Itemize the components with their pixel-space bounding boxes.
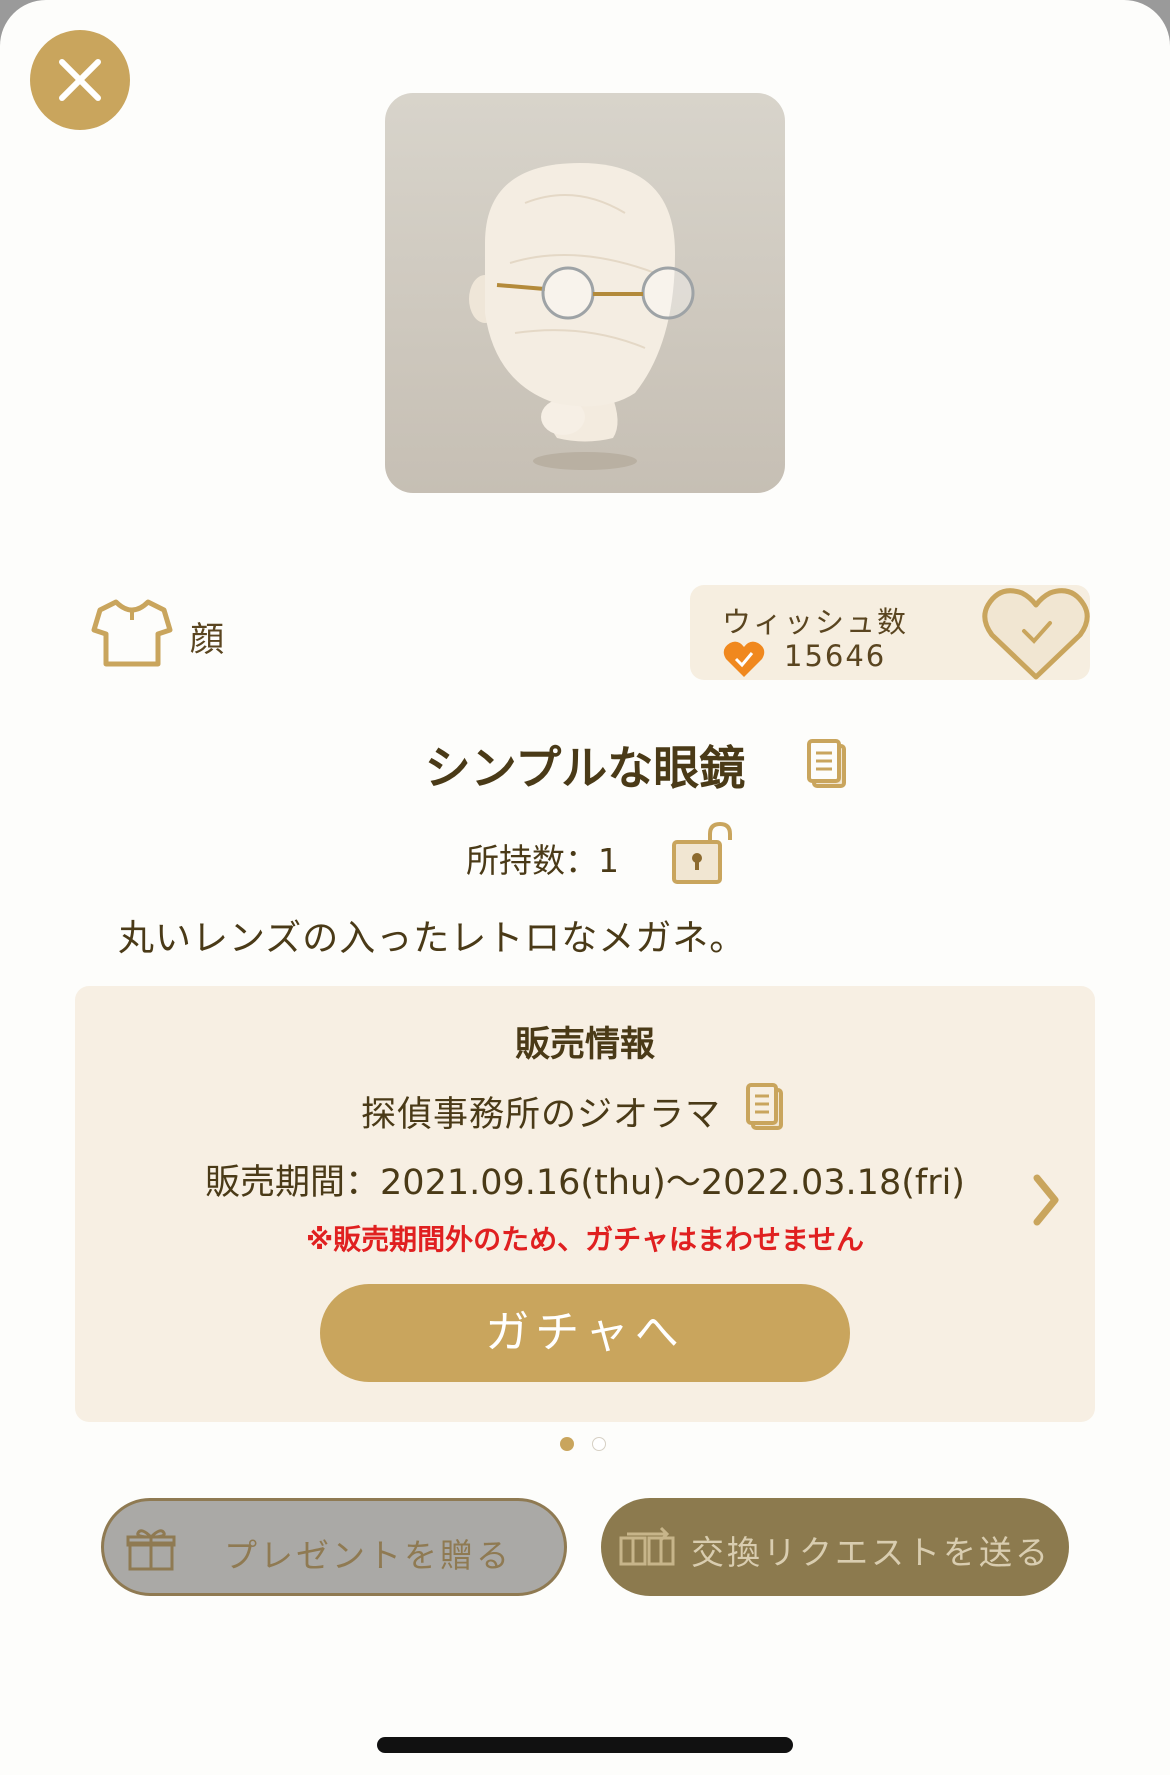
trade-icon (619, 1526, 675, 1566)
pagination-dot[interactable] (592, 1437, 606, 1451)
item-name: シンプルな眼鏡 (424, 741, 746, 795)
sales-info-panel: 販売情報 探偵事務所のジオラマ 販売期間：2021.09.16(thu)〜202… (75, 986, 1095, 1422)
go-to-gacha-button[interactable]: ガチャへ (320, 1284, 850, 1382)
wish-count-label: ウィッシュ数 (722, 605, 909, 639)
close-button[interactable] (30, 30, 130, 130)
home-indicator (377, 1737, 793, 1753)
item-description: 丸いレンズの入ったレトロなメガネ。 (118, 918, 747, 959)
close-icon (59, 59, 101, 101)
pagination-dots (560, 1437, 620, 1453)
wish-heart-icon (723, 641, 765, 677)
shirt-icon (91, 599, 173, 667)
chevron-right-icon[interactable] (1031, 1174, 1061, 1226)
owned-count: 所持数：1 (466, 841, 619, 880)
sales-warning: ※販売期間外のため、ガチャはまわせません (305, 1223, 865, 1256)
sales-period: 販売期間：2021.09.16(thu)〜2022.03.18(fri) (205, 1163, 965, 1203)
wish-count-value: 15646 (784, 639, 887, 673)
send-trade-request-button[interactable]: 交換リクエストを送る (601, 1498, 1069, 1596)
sales-info-title: 販売情報 (514, 1025, 655, 1065)
send-present-button[interactable]: プレゼントを贈る (101, 1498, 567, 1596)
unlock-icon[interactable] (672, 822, 738, 886)
copy-icon[interactable] (745, 1082, 785, 1132)
copy-icon[interactable] (806, 738, 848, 790)
pagination-dot-active[interactable] (560, 1437, 574, 1451)
send-present-label: プレゼントを贈る (224, 1536, 512, 1575)
gift-icon (126, 1529, 176, 1571)
mannequin-glasses-illustration (469, 163, 695, 470)
send-trade-request-label: 交換リクエストを送る (691, 1533, 1051, 1572)
wish-toggle-button[interactable] (980, 583, 1092, 683)
item-preview-image (385, 93, 785, 493)
gacha-name: 探偵事務所のジオラマ (361, 1095, 722, 1135)
item-detail-sheet: 顔 ウィッシュ数 15646 シンプルな眼鏡 所持数：1 丸いレンズの入ったレト… (0, 0, 1170, 1775)
category-label: 顔 (190, 620, 224, 660)
